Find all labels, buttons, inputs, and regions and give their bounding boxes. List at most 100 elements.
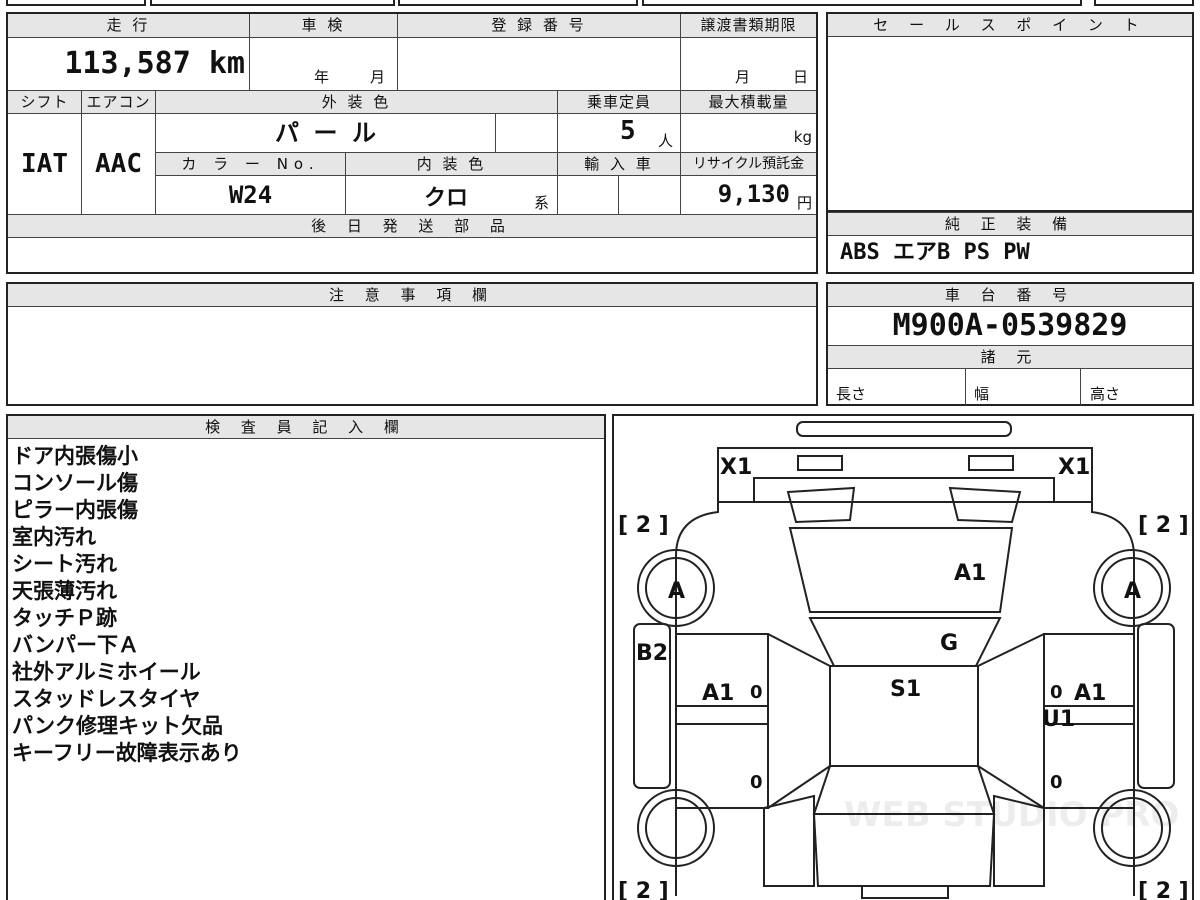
notes-title: 注 意 事 項 欄 bbox=[8, 284, 816, 307]
mark-front-right: X1 bbox=[1058, 455, 1090, 480]
right-sill bbox=[1137, 623, 1175, 789]
inspector-note: バンパー下Ａ bbox=[12, 633, 140, 657]
inspector-note: コンソール傷 bbox=[12, 471, 138, 495]
max-load-unit: kg bbox=[793, 128, 812, 146]
recycle-fee-label: リサイクル預託金 bbox=[680, 152, 816, 176]
exterior-color-extra bbox=[495, 114, 557, 152]
mark-right-door: A1 bbox=[1074, 681, 1106, 706]
mark-right-wheel: A bbox=[1124, 579, 1141, 604]
recycle-fee-value: 9,130 円 bbox=[680, 176, 816, 214]
inspector-notes-list: ドア内張傷小 コンソール傷 ピラー内張傷 室内汚れ シート汚れ 天張薄汚れ タッ… bbox=[8, 439, 604, 767]
capacity-unit: 人 bbox=[658, 132, 674, 150]
aircon-label: エアコン bbox=[81, 90, 155, 114]
top-strip bbox=[0, 0, 1200, 6]
inspection-year-unit: 年 bbox=[314, 68, 330, 86]
transfer-deadline-value: 月 日 bbox=[680, 38, 816, 90]
max-load-value: kg bbox=[680, 114, 816, 152]
standard-equipment-items: ABS エアB PS PW bbox=[840, 240, 1030, 265]
color-no-label: カ ラ ー No. bbox=[155, 152, 345, 176]
chassis-box: 車 台 番 号 M900A-0539829 諸 元 長さ 幅 高さ bbox=[826, 282, 1194, 406]
zero-mark: 0 bbox=[750, 772, 763, 793]
mark-left-door: A1 bbox=[702, 681, 734, 706]
capacity-value: 5 人 bbox=[557, 114, 680, 152]
spec-length-label: 長さ bbox=[836, 385, 867, 403]
inspector-box: 検 査 員 記 入 欄 ドア内張傷小 コンソール傷 ピラー内張傷 室内汚れ シー… bbox=[6, 414, 606, 900]
inspector-note: スタッドレスタイヤ bbox=[12, 687, 201, 711]
deferred-parts-label: 後 日 発 送 部 品 bbox=[8, 214, 816, 238]
mark-tire-top-right: [ 2 ] bbox=[1138, 513, 1189, 538]
windshield bbox=[808, 617, 1002, 667]
mileage-label: 走 行 bbox=[8, 14, 249, 38]
zero-mark: 0 bbox=[1050, 772, 1063, 793]
mark-front-left: X1 bbox=[720, 455, 752, 480]
mark-left-wheel: A bbox=[668, 579, 685, 604]
inspector-note: パンク修理キット欠品 bbox=[12, 714, 224, 738]
sale-points-title: セ ー ル ス ポ イ ン ト bbox=[828, 14, 1192, 37]
inspector-note: キーフリー故障表示あり bbox=[12, 741, 242, 765]
registration-number-label: 登 録 番 号 bbox=[397, 14, 680, 38]
inspector-note: ピラー内張傷 bbox=[12, 498, 138, 522]
capacity-label: 乗車定員 bbox=[557, 90, 680, 114]
mark-left-fender: B2 bbox=[636, 641, 668, 666]
mileage-value: 113,587 km bbox=[64, 46, 245, 81]
registration-number-value bbox=[397, 38, 680, 90]
inspector-note: シート汚れ bbox=[12, 552, 117, 576]
mark-tire-bottom-right: [ 2 ] bbox=[1138, 879, 1189, 900]
specs-title: 諸 元 bbox=[828, 345, 1192, 369]
shift-value: IAT bbox=[21, 149, 68, 179]
deadline-day-unit: 日 bbox=[793, 68, 809, 86]
inspector-note: 社外アルミホイール bbox=[12, 660, 201, 684]
transfer-deadline-label: 譲渡書類期限 bbox=[680, 14, 816, 38]
import-value-b bbox=[618, 176, 680, 214]
right-headlight bbox=[968, 455, 1014, 471]
left-front-door bbox=[675, 633, 769, 725]
recycle-fee-number: 9,130 bbox=[717, 180, 790, 208]
mark-right-door-2: U1 bbox=[1042, 707, 1075, 732]
mark-tire-top-left: [ 2 ] bbox=[618, 513, 669, 538]
zero-mark: 0 bbox=[1050, 682, 1063, 703]
max-load-label: 最大積載量 bbox=[680, 90, 816, 114]
damage-diagram-box: X1 X1 A1 G S1 A1 A1 U1 B2 A A [ 2 ] [ 2 … bbox=[612, 414, 1194, 900]
exterior-color-label: 外 装 色 bbox=[155, 90, 557, 114]
inspector-note: タッチＰ跡 bbox=[12, 606, 117, 630]
interior-color-value: クロ 系 bbox=[345, 176, 557, 214]
inspection-month-unit: 月 bbox=[370, 68, 386, 86]
front-bumper-bar bbox=[796, 421, 1012, 437]
standard-equipment-box: 純 正 装 備 ABS エアB PS PW bbox=[826, 212, 1194, 274]
left-rear-door bbox=[675, 723, 769, 809]
import-label: 輸 入 車 bbox=[557, 152, 680, 176]
import-value-a bbox=[557, 176, 618, 214]
deferred-parts-value bbox=[8, 238, 816, 272]
car-diagram: X1 X1 A1 G S1 A1 A1 U1 B2 A A [ 2 ] [ 2 … bbox=[618, 421, 1189, 900]
inspector-note: ドア内張傷小 bbox=[12, 444, 138, 468]
mark-roof: S1 bbox=[890, 677, 921, 702]
interior-color-suffix: 系 bbox=[534, 194, 550, 212]
zero-mark: 0 bbox=[750, 682, 763, 703]
sale-points-box: セ ー ル ス ポ イ ン ト bbox=[826, 12, 1194, 212]
inspector-title: 検 査 員 記 入 欄 bbox=[8, 416, 604, 439]
shift-label: シフト bbox=[8, 90, 81, 114]
spec-width-label: 幅 bbox=[974, 385, 990, 403]
interior-color-text: クロ bbox=[424, 186, 469, 211]
chassis-title: 車 台 番 号 bbox=[828, 284, 1192, 307]
inspection-value: 年 月 bbox=[249, 38, 397, 90]
chassis-number: M900A-0539829 bbox=[892, 308, 1128, 343]
aircon-value: AAC bbox=[81, 114, 155, 214]
front-panel bbox=[717, 447, 1093, 503]
inspection-label: 車 検 bbox=[249, 14, 397, 38]
capacity-number: 5 bbox=[620, 116, 636, 146]
inspector-note: 室内汚れ bbox=[12, 525, 96, 549]
left-headlight bbox=[797, 455, 843, 471]
inspector-note: 天張薄汚れ bbox=[12, 579, 117, 603]
notes-box: 注 意 事 項 欄 bbox=[6, 282, 818, 406]
vehicle-info-table: 走 行 車 検 登 録 番 号 譲渡書類期限 113,587 km 年 月 月 … bbox=[6, 12, 818, 274]
watermark: WEB STUDIO PRO bbox=[844, 795, 1179, 835]
mark-hood: A1 bbox=[954, 561, 986, 586]
color-no-value: W24 bbox=[155, 176, 345, 214]
deadline-month-unit: 月 bbox=[735, 68, 751, 86]
standard-equipment-title: 純 正 装 備 bbox=[828, 212, 1192, 236]
spec-height-label: 高さ bbox=[1090, 385, 1121, 403]
interior-color-label: 内 装 色 bbox=[345, 152, 557, 176]
mark-windshield: G bbox=[940, 631, 958, 656]
recycle-fee-unit: 円 bbox=[796, 194, 812, 212]
